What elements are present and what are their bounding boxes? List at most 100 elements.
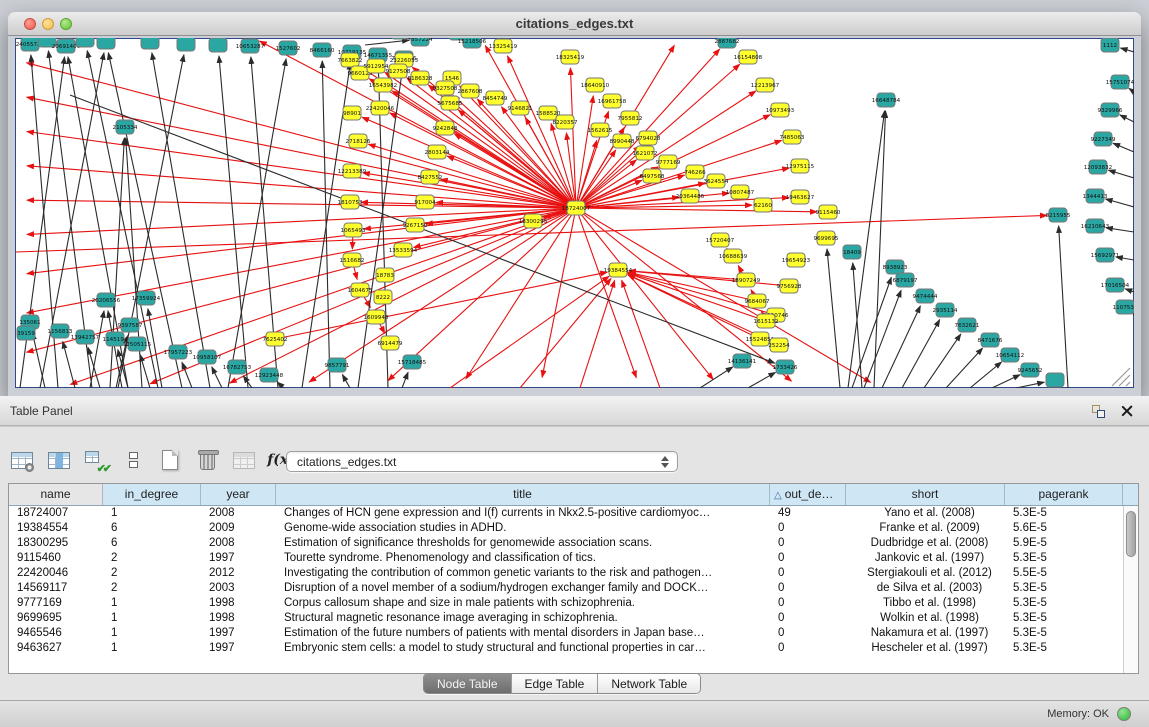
graph-node[interactable]: 39159 xyxy=(17,326,35,340)
graph-node[interactable]: 1516682 xyxy=(340,253,365,267)
delete-table-icon[interactable] xyxy=(195,448,219,472)
graph-node[interactable]: 9857791 xyxy=(325,358,350,372)
graph-node[interactable]: 8938923 xyxy=(883,260,908,274)
graph-edge[interactable] xyxy=(32,333,45,388)
graph-node[interactable]: 2935114 xyxy=(933,303,958,317)
graph-node[interactable]: 8220357 xyxy=(553,115,578,129)
graph-node[interactable]: 8427552 xyxy=(418,170,443,184)
graph-node[interactable]: 9327508 xyxy=(433,81,458,95)
graph-node[interactable]: 13942757 xyxy=(71,330,100,344)
graph-node[interactable]: 5675685 xyxy=(438,96,463,110)
graph-edge[interactable] xyxy=(1125,289,1134,292)
graph-node[interactable]: 15720407 xyxy=(706,233,735,247)
graph-node[interactable]: 20206556 xyxy=(92,293,121,307)
table-settings-icon[interactable] xyxy=(10,448,34,472)
graph-edge[interactable] xyxy=(402,372,408,388)
table-row[interactable]: 1456911722003Disruption of a novel membe… xyxy=(9,581,1123,596)
graph-node[interactable]: 10688639 xyxy=(719,249,748,263)
graph-node[interactable]: 3624554 xyxy=(704,174,729,188)
graph-edge[interactable] xyxy=(576,208,713,379)
graph-node[interactable]: 7632621 xyxy=(955,318,980,332)
rows-icon[interactable] xyxy=(121,448,145,472)
graph-node[interactable]: 9267150 xyxy=(403,218,428,232)
graph-node[interactable]: 2105334 xyxy=(113,120,138,134)
graph-node[interactable]: 13325419 xyxy=(489,39,518,53)
graph-node[interactable]: 9146821 xyxy=(508,101,533,115)
graph-node[interactable]: 62160 xyxy=(754,198,772,212)
graph-node[interactable] xyxy=(209,38,227,52)
graph-node[interactable]: 17957223 xyxy=(164,345,193,359)
graph-node[interactable]: 19463627 xyxy=(786,190,815,204)
graph-node[interactable]: 8454749 xyxy=(483,91,508,105)
graph-node[interactable]: 12213967 xyxy=(751,78,780,92)
graph-node[interactable]: 7485063 xyxy=(780,130,805,144)
graph-node[interactable]: 8471676 xyxy=(978,333,1003,347)
graph-node[interactable]: 1112 xyxy=(1101,38,1119,52)
table-row[interactable]: 969969511998Structural magnetic resonanc… xyxy=(9,611,1123,626)
column-header-out_degree[interactable]: △out_de… xyxy=(770,484,846,505)
graph-edge[interactable] xyxy=(853,263,862,388)
graph-node[interactable]: 9245652 xyxy=(1018,363,1043,377)
graph-edge[interactable] xyxy=(902,320,940,388)
graph-node[interactable]: 19654923 xyxy=(782,253,811,267)
graph-edge[interactable] xyxy=(27,208,576,234)
table-row[interactable]: 1830029562008Estimation of significance … xyxy=(9,536,1123,551)
table-row[interactable]: 977716911998Corpus callosum shape and si… xyxy=(9,596,1123,611)
graph-node[interactable]: 14136141 xyxy=(728,354,757,368)
graph-node[interactable]: 12093832 xyxy=(1084,160,1112,174)
graph-edge[interactable] xyxy=(748,372,775,388)
graph-node[interactable]: 18409 xyxy=(843,245,861,259)
graph-node[interactable]: 2803144 xyxy=(425,145,450,159)
graph-node[interactable]: 16782753 xyxy=(223,360,252,374)
graph-node[interactable]: 6879197 xyxy=(893,273,918,287)
graph-node[interactable]: 18640910 xyxy=(581,78,610,92)
graph-node[interactable]: 1733426 xyxy=(773,360,798,374)
table-column-icon[interactable] xyxy=(47,448,71,472)
graph-node[interactable]: 8990448 xyxy=(610,134,635,148)
graph-node[interactable]: 16154808 xyxy=(734,50,763,64)
graph-node[interactable]: 17016504 xyxy=(1101,278,1130,292)
graph-node[interactable]: 917004 xyxy=(414,195,436,209)
graph-node[interactable] xyxy=(76,38,94,47)
graph-node[interactable]: 9474444 xyxy=(913,289,938,303)
table-row[interactable]: 946362711997Embryonic stem cells: a mode… xyxy=(9,641,1123,656)
graph-node[interactable] xyxy=(141,38,159,49)
graph-edge[interactable] xyxy=(700,367,733,388)
table-row[interactable]: 1938455462009Genome-wide association stu… xyxy=(9,521,1123,536)
graph-edge[interactable] xyxy=(27,132,576,208)
graph-edge[interactable] xyxy=(622,280,660,388)
graph-node[interactable]: 1810753 xyxy=(338,195,363,209)
graph-node[interactable]: 2718126 xyxy=(346,134,371,148)
graph-node[interactable]: 16961758 xyxy=(598,94,627,108)
graph-node[interactable]: 6794028 xyxy=(636,131,661,145)
graph-node[interactable]: 18325419 xyxy=(556,50,585,64)
graph-node[interactable]: 12975115 xyxy=(786,159,815,173)
graph-node[interactable]: 1527602 xyxy=(276,41,301,55)
graph-node[interactable]: 1344413 xyxy=(1083,189,1108,203)
graph-node[interactable]: 16648784 xyxy=(872,93,901,107)
graph-node[interactable]: 1107533 xyxy=(1113,300,1134,314)
graph-node[interactable]: 13533594 xyxy=(389,243,418,257)
graph-edge[interactable] xyxy=(27,63,576,208)
graph-node[interactable]: 1615132 xyxy=(754,314,779,328)
graph-edge[interactable] xyxy=(1059,226,1068,388)
graph-edge[interactable] xyxy=(1106,199,1134,207)
column-header-short[interactable]: short xyxy=(846,484,1005,505)
tab-node-table[interactable]: Node Table xyxy=(424,674,511,693)
graph-node[interactable]: 9329966 xyxy=(1098,103,1123,117)
column-header-title[interactable]: title xyxy=(276,484,770,505)
graph-edge[interactable] xyxy=(882,306,920,388)
graph-node[interactable]: 8222 xyxy=(374,290,392,304)
new-document-icon[interactable] xyxy=(158,448,182,472)
graph-edge[interactable] xyxy=(827,249,840,388)
network-view-window[interactable]: citations_edges.txt 24055724206914061065… xyxy=(8,12,1141,397)
graph-node[interactable]: 12923448 xyxy=(255,368,284,382)
graph-edge[interactable] xyxy=(1016,382,1044,388)
graph-node[interactable]: 18783 xyxy=(376,268,394,282)
table-row[interactable]: 1872400712008Changes of HCN gene express… xyxy=(9,506,1123,521)
column-header-year[interactable]: year xyxy=(201,484,276,505)
graph-edge[interactable] xyxy=(992,375,1020,388)
graph-node[interactable]: 16543982 xyxy=(369,78,397,92)
graph-node[interactable]: 252254 xyxy=(768,338,790,352)
graph-node[interactable]: 9397587 xyxy=(118,318,143,332)
